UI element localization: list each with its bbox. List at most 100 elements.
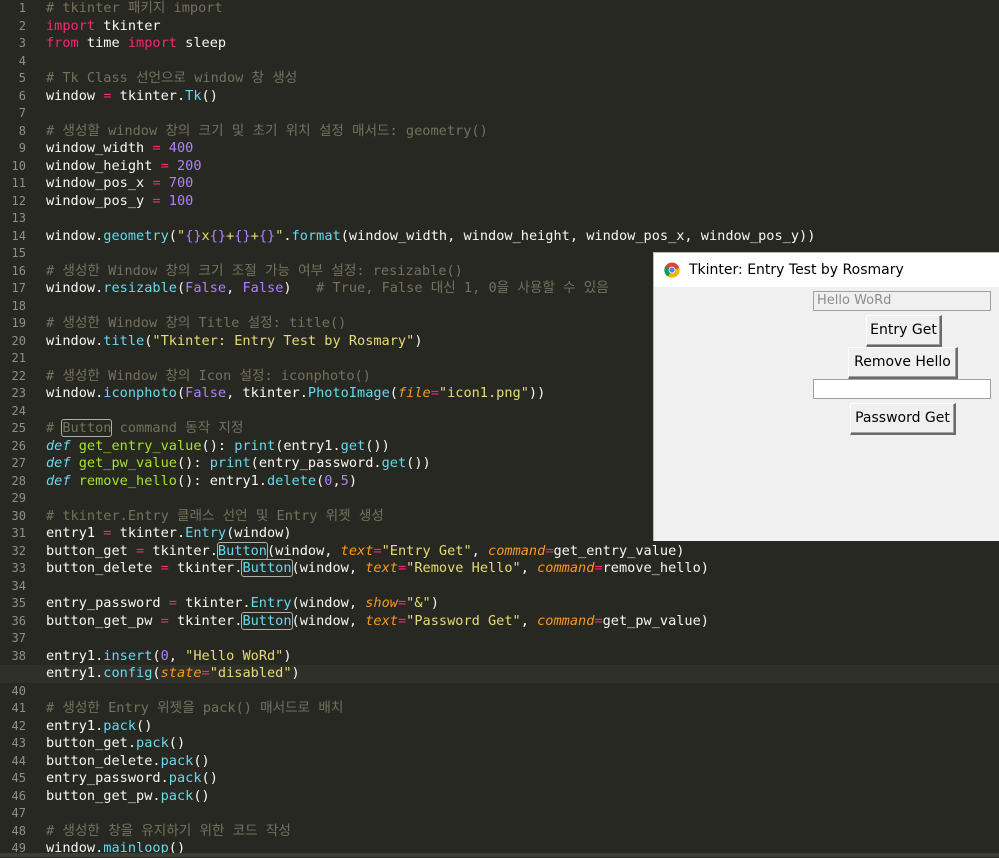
def-name: remove_hello xyxy=(78,472,177,489)
code-text: entry1. xyxy=(46,665,104,681)
line-number: 15 xyxy=(11,246,26,260)
code-line-14[interactable]: window.geometry("{}x{}+{}+{}".format(win… xyxy=(0,228,999,246)
function-name: Tk xyxy=(185,87,202,104)
operator: = xyxy=(397,560,407,576)
code-line-32[interactable]: button_get = tkinter.Button(window, text… xyxy=(0,541,999,561)
code-text: window_width xyxy=(46,140,153,156)
code-line-33[interactable]: button_delete = tkinter.Button(window, t… xyxy=(0,559,999,578)
code-text: tkinter. xyxy=(168,560,243,576)
code-line-5[interactable]: # Tk Class 선언으로 window 창 생성 xyxy=(0,70,999,88)
code-text: () xyxy=(201,87,218,104)
function-name: resizable xyxy=(103,280,177,296)
code-comment: # 생성한 Window 창의 Title 설정: title() xyxy=(46,315,347,331)
code-text: ) xyxy=(348,472,358,489)
code-line-42[interactable]: entry1.pack() xyxy=(0,718,999,736)
code-text: () xyxy=(168,735,186,751)
code-line-1[interactable]: # tkinter 패키지 import xyxy=(0,0,999,18)
code-text: tkinter. xyxy=(176,595,251,611)
code-text: window_pos_y xyxy=(46,192,153,209)
function-name: format xyxy=(291,227,341,244)
code-line-3[interactable]: from time import sleep xyxy=(0,35,999,53)
code-text: get_entry_value) xyxy=(553,542,685,559)
code-line-6[interactable]: window = tkinter.Tk() xyxy=(0,88,999,106)
code-line-44[interactable]: button_delete.pack() xyxy=(0,753,999,771)
parameter-name: text xyxy=(365,612,398,629)
code-line-35[interactable]: entry_password = tkinter.Entry(window, s… xyxy=(0,595,999,613)
operator: = xyxy=(594,560,603,576)
boolean-literal: False xyxy=(185,280,227,296)
gutter-row: 29 xyxy=(0,490,30,508)
code-text: get_pw_value) xyxy=(602,612,709,629)
hello-entry-disabled: Hello WoRd xyxy=(813,291,991,311)
code-comment: # 생성한 창을 유지하기 위한 코드 작성 xyxy=(46,822,291,839)
keyword-import: import xyxy=(127,35,177,51)
string-literal: + xyxy=(250,227,259,244)
entry-get-button[interactable]: Entry Get xyxy=(866,315,942,347)
code-line-46[interactable]: button_get_pw.pack() xyxy=(0,788,999,806)
format-placeholder: {} xyxy=(234,227,251,244)
operator: = xyxy=(397,595,407,611)
password-get-button[interactable]: Password Get xyxy=(850,403,956,435)
def-name: get_pw_value xyxy=(78,455,177,471)
code-text: entry1. xyxy=(46,647,104,664)
code-text: window. xyxy=(46,332,104,349)
format-placeholder: {} xyxy=(258,227,276,244)
code-comment: # tkinter.Entry 클래스 선언 및 Entry 위젯 생성 xyxy=(46,507,384,524)
window-titlebar[interactable]: Tkinter: Entry Test by Rosmary xyxy=(654,253,999,287)
string-literal: "Password Get" xyxy=(406,612,521,629)
code-line-12[interactable]: window_pos_y = 100 xyxy=(0,193,999,211)
code-text: (window, xyxy=(267,542,341,559)
function-name: Entry xyxy=(185,525,227,541)
code-line-8[interactable]: # 생성할 window 창의 크기 및 초기 위치 설정 매서드: geome… xyxy=(0,123,999,141)
operator: = xyxy=(152,175,161,191)
number-literal: 100 xyxy=(160,192,194,209)
keyword-def: def xyxy=(46,455,71,471)
gutter-row: 18 xyxy=(0,298,30,316)
number-literal: 400 xyxy=(160,140,194,156)
code-line-48[interactable]: # 생성한 창을 유지하기 위한 코드 작성 xyxy=(0,823,999,841)
gutter-row: 13 xyxy=(0,210,30,228)
operator: = xyxy=(160,612,169,629)
operator: = xyxy=(136,542,145,559)
parameter-name: text xyxy=(365,560,398,576)
code-text: , tkinter. xyxy=(226,385,308,401)
code-line-11[interactable]: window_pos_x = 700 xyxy=(0,175,999,193)
code-text: (): xyxy=(176,455,210,471)
code-text: tkinter. xyxy=(168,612,243,629)
code-text: tkinter. xyxy=(144,542,218,559)
code-line-45[interactable]: entry_password.pack() xyxy=(0,770,999,788)
line-number: 4 xyxy=(18,53,26,68)
string-literal: "disabled" xyxy=(209,665,292,681)
word-highlight: Button xyxy=(216,541,269,560)
code-line-36[interactable]: button_get_pw = tkinter.Button(window, t… xyxy=(0,611,999,631)
code-line-39[interactable]: entry1.config(state="disabled") xyxy=(0,665,999,683)
parameter-name: state xyxy=(160,665,202,681)
remove-hello-button[interactable]: Remove Hello xyxy=(848,347,958,379)
string-literal: "Hello WoRd" xyxy=(185,647,284,664)
tkinter-window[interactable]: Tkinter: Entry Test by Rosmary Hello WoR… xyxy=(653,252,999,541)
code-text: time xyxy=(78,35,128,51)
string-literal: "Entry Get" xyxy=(381,542,472,559)
def-name: get_entry_value xyxy=(78,437,202,454)
code-text: ( xyxy=(168,227,177,244)
code-line-38[interactable]: entry1.insert(0, "Hello WoRd") xyxy=(0,648,999,666)
code-text: tkinter. xyxy=(111,525,186,541)
code-text: () xyxy=(201,770,218,786)
code-comment: # 생성한 Entry 위젯을 pack() 매서드로 배치 xyxy=(46,700,344,716)
function-name: pack xyxy=(160,787,194,804)
code-line-41[interactable]: # 생성한 Entry 위젯을 pack() 매서드로 배치 xyxy=(0,700,999,718)
code-line-2[interactable]: import tkinter xyxy=(0,18,999,36)
code-line-43[interactable]: button_get.pack() xyxy=(0,735,999,753)
code-line-9[interactable]: window_width = 400 xyxy=(0,140,999,158)
code-line-10[interactable]: window_height = 200 xyxy=(0,158,999,176)
horizontal-scrollbar[interactable] xyxy=(0,853,999,857)
keyword-import: import xyxy=(46,17,96,34)
code-text: window. xyxy=(46,280,104,296)
parameter-name: command xyxy=(537,560,595,576)
code-text: )) xyxy=(528,385,546,401)
password-entry[interactable] xyxy=(813,379,991,399)
code-text: button_get. xyxy=(46,735,137,751)
operator: = xyxy=(160,560,169,576)
code-text: (): xyxy=(201,437,235,454)
